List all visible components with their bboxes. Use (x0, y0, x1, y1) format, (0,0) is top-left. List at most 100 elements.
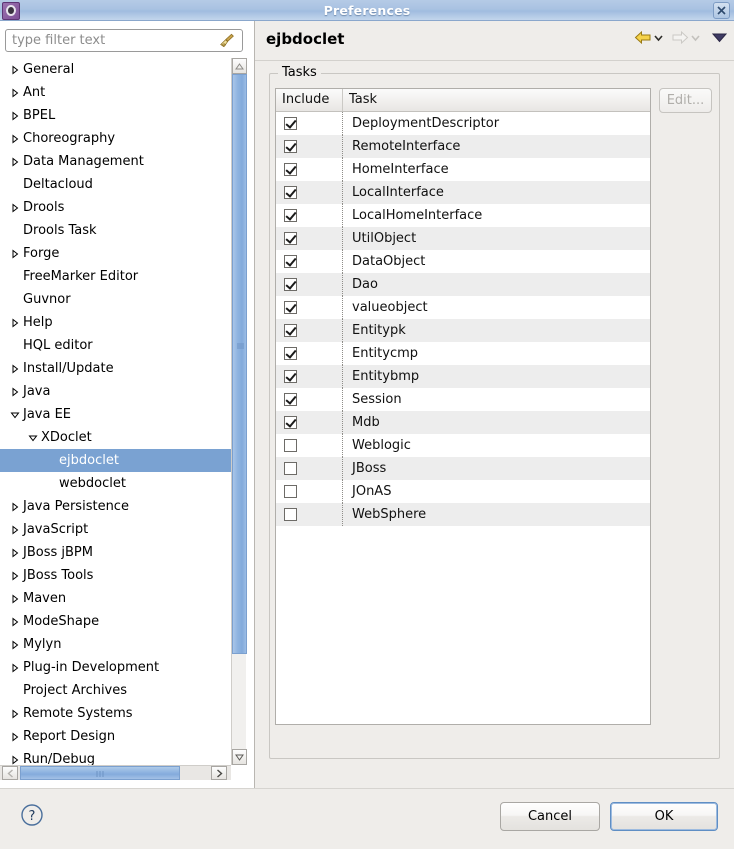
sidebar-item-install-update[interactable]: Install/Update (0, 357, 231, 380)
table-row[interactable]: JOnAS (276, 480, 650, 503)
sidebar-item-maven[interactable]: Maven (0, 587, 231, 610)
column-header-include[interactable]: Include (276, 89, 343, 111)
sidebar-item-report-design[interactable]: Report Design (0, 725, 231, 748)
search-input[interactable] (6, 31, 218, 50)
broom-clear-icon[interactable] (218, 32, 236, 50)
expand-arrow-icon[interactable] (7, 495, 23, 518)
table-row[interactable]: LocalHomeInterface (276, 204, 650, 227)
preference-tree[interactable]: GeneralAntBPELChoreographyData Managemen… (0, 58, 231, 781)
include-checkbox[interactable] (284, 347, 297, 360)
column-header-task[interactable]: Task (343, 89, 650, 111)
ok-button[interactable]: OK (610, 802, 718, 831)
sidebar-item-xdoclet[interactable]: XDoclet (0, 426, 231, 449)
sidebar-item-remote-systems[interactable]: Remote Systems (0, 702, 231, 725)
include-checkbox[interactable] (284, 186, 297, 199)
tasks-table[interactable]: Include Task DeploymentDescriptorRemoteI… (275, 88, 651, 725)
close-icon[interactable] (713, 2, 730, 19)
sidebar-item-mylyn[interactable]: Mylyn (0, 633, 231, 656)
sidebar-item-bpel[interactable]: BPEL (0, 104, 231, 127)
sidebar-item-hql-editor[interactable]: HQL editor (0, 334, 231, 357)
expand-arrow-icon[interactable] (7, 104, 23, 127)
sidebar-item-deltacloud[interactable]: Deltacloud (0, 173, 231, 196)
expand-arrow-icon[interactable] (7, 725, 23, 748)
table-row[interactable]: RemoteInterface (276, 135, 650, 158)
include-checkbox[interactable] (284, 140, 297, 153)
expand-arrow-icon[interactable] (7, 564, 23, 587)
tree-hscroll-thumb[interactable] (20, 766, 180, 780)
scroll-left-icon[interactable] (2, 766, 18, 780)
include-checkbox[interactable] (284, 209, 297, 222)
sidebar-item-choreography[interactable]: Choreography (0, 127, 231, 150)
expand-arrow-icon[interactable] (7, 196, 23, 219)
expand-arrow-icon[interactable] (7, 518, 23, 541)
tree-vertical-scrollbar[interactable] (231, 58, 246, 765)
expand-arrow-icon[interactable] (7, 541, 23, 564)
expand-arrow-icon[interactable] (7, 633, 23, 656)
sidebar-item-guvnor[interactable]: Guvnor (0, 288, 231, 311)
sidebar-item-plug-in-development[interactable]: Plug-in Development (0, 656, 231, 679)
sidebar-item-java-ee[interactable]: Java EE (0, 403, 231, 426)
tree-horizontal-scrollbar[interactable] (0, 765, 231, 780)
help-question-icon[interactable]: ? (20, 803, 44, 827)
table-row[interactable]: HomeInterface (276, 158, 650, 181)
expand-arrow-icon[interactable] (7, 127, 23, 150)
expand-arrow-icon[interactable] (7, 311, 23, 334)
table-row[interactable]: Entitybmp (276, 365, 650, 388)
expand-arrow-icon[interactable] (7, 81, 23, 104)
sidebar-item-webdoclet[interactable]: webdoclet (0, 472, 231, 495)
include-checkbox[interactable] (284, 439, 297, 452)
table-row[interactable]: JBoss (276, 457, 650, 480)
sidebar-item-java[interactable]: Java (0, 380, 231, 403)
sidebar-item-drools-task[interactable]: Drools Task (0, 219, 231, 242)
table-row[interactable]: LocalInterface (276, 181, 650, 204)
sidebar-item-ant[interactable]: Ant (0, 81, 231, 104)
expand-arrow-icon[interactable] (7, 380, 23, 403)
include-checkbox[interactable] (284, 278, 297, 291)
scroll-up-icon[interactable] (232, 58, 247, 74)
table-row[interactable]: Weblogic (276, 434, 650, 457)
sidebar-item-ejbdoclet[interactable]: ejbdoclet (0, 449, 231, 472)
table-row[interactable]: WebSphere (276, 503, 650, 526)
sidebar-item-project-archives[interactable]: Project Archives (0, 679, 231, 702)
collapse-arrow-icon[interactable] (25, 426, 41, 449)
cancel-button[interactable]: Cancel (500, 802, 600, 831)
table-row[interactable]: Entitycmp (276, 342, 650, 365)
sidebar-item-data-management[interactable]: Data Management (0, 150, 231, 173)
expand-arrow-icon[interactable] (7, 656, 23, 679)
include-checkbox[interactable] (284, 255, 297, 268)
include-checkbox[interactable] (284, 232, 297, 245)
table-row[interactable]: Entitypk (276, 319, 650, 342)
table-row[interactable]: Dao (276, 273, 650, 296)
sidebar-item-jboss-jbpm[interactable]: JBoss jBPM (0, 541, 231, 564)
collapse-arrow-icon[interactable] (7, 403, 23, 426)
include-checkbox[interactable] (284, 393, 297, 406)
sidebar-item-modeshape[interactable]: ModeShape (0, 610, 231, 633)
include-checkbox[interactable] (284, 508, 297, 521)
sidebar-item-forge[interactable]: Forge (0, 242, 231, 265)
include-checkbox[interactable] (284, 163, 297, 176)
table-row[interactable]: valueobject (276, 296, 650, 319)
expand-arrow-icon[interactable] (7, 610, 23, 633)
include-checkbox[interactable] (284, 117, 297, 130)
expand-arrow-icon[interactable] (7, 58, 23, 81)
sidebar-item-jboss-tools[interactable]: JBoss Tools (0, 564, 231, 587)
include-checkbox[interactable] (284, 416, 297, 429)
include-checkbox[interactable] (284, 462, 297, 475)
expand-arrow-icon[interactable] (7, 150, 23, 173)
tree-scroll-thumb[interactable] (232, 74, 247, 654)
view-menu-triangle-icon[interactable] (712, 32, 727, 43)
include-checkbox[interactable] (284, 324, 297, 337)
sidebar-item-freemarker-editor[interactable]: FreeMarker Editor (0, 265, 231, 288)
sidebar-item-general[interactable]: General (0, 58, 231, 81)
scroll-right-icon[interactable] (211, 766, 227, 780)
table-row[interactable]: Session (276, 388, 650, 411)
expand-arrow-icon[interactable] (7, 702, 23, 725)
include-checkbox[interactable] (284, 485, 297, 498)
table-row[interactable]: DeploymentDescriptor (276, 112, 650, 135)
include-checkbox[interactable] (284, 370, 297, 383)
sidebar-item-java-persistence[interactable]: Java Persistence (0, 495, 231, 518)
back-arrow-icon[interactable] (634, 30, 652, 45)
expand-arrow-icon[interactable] (7, 357, 23, 380)
sidebar-item-drools[interactable]: Drools (0, 196, 231, 219)
sidebar-item-help[interactable]: Help (0, 311, 231, 334)
